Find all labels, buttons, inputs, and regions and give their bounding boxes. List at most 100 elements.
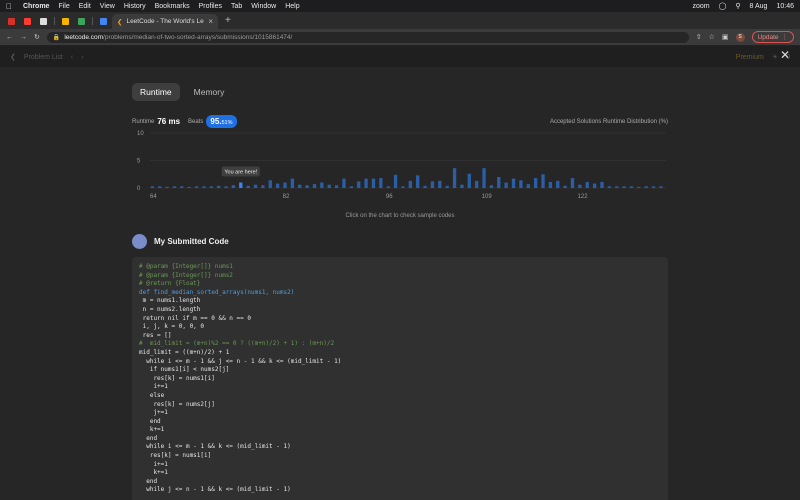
menu-edit[interactable]: Edit bbox=[79, 3, 91, 10]
chart-bar bbox=[327, 184, 331, 188]
chart-bar bbox=[607, 186, 612, 188]
chart-bar bbox=[651, 186, 656, 188]
menubar-date[interactable]: 8 Aug bbox=[750, 3, 768, 10]
apple-icon[interactable]:  bbox=[6, 2, 14, 11]
chart-bar bbox=[305, 185, 309, 188]
code-line: def find_median_sorted_arrays(nums1, num… bbox=[139, 288, 295, 296]
chart-bar bbox=[489, 185, 494, 188]
close-tab-icon[interactable]: × bbox=[208, 17, 213, 26]
tab-leetcode[interactable]: ❮ LeetCode - The World's Leadi × bbox=[112, 14, 218, 29]
code-line: else bbox=[139, 391, 165, 399]
runtime-distribution-chart[interactable]: 0 5 10 64 82 96 109 122 You are here! bbox=[132, 129, 668, 205]
menu-file[interactable]: File bbox=[58, 3, 69, 10]
tab-runtime[interactable]: Runtime bbox=[132, 83, 180, 101]
menu-bookmarks[interactable]: Bookmarks bbox=[155, 3, 190, 10]
prev-icon[interactable]: ‹ bbox=[71, 54, 73, 61]
pinned-tab-other[interactable] bbox=[74, 14, 89, 29]
menu-window[interactable]: Window bbox=[251, 3, 276, 10]
keep-icon bbox=[62, 18, 69, 25]
code-block[interactable]: # @param {Integer[]} nums1 # @param {Inte… bbox=[132, 257, 668, 500]
chart-bar bbox=[349, 186, 354, 188]
profile-avatar[interactable]: S bbox=[735, 32, 745, 42]
close-icon[interactable]: ✕ bbox=[779, 49, 791, 61]
pinned-tab-notion[interactable] bbox=[36, 14, 51, 29]
code-line: # mid_limit = (m+n)%2 == 0 ? ((m+n)/2) +… bbox=[139, 340, 335, 348]
chart-bar bbox=[585, 181, 589, 188]
chart-bar bbox=[416, 175, 420, 188]
x-tick-label: 82 bbox=[283, 194, 290, 200]
notification-icon[interactable]: ☀ bbox=[772, 53, 778, 61]
menu-history[interactable]: History bbox=[124, 3, 146, 10]
back-icon[interactable]: ← bbox=[6, 34, 13, 41]
pinned-tab-gmail[interactable] bbox=[4, 14, 19, 29]
chart-svg[interactable]: 0 5 10 64 82 96 109 122 You are here! bbox=[132, 129, 668, 205]
chart-bar bbox=[187, 186, 191, 188]
pinned-tab-youtube[interactable] bbox=[20, 14, 35, 29]
pinned-tab-keep[interactable] bbox=[58, 14, 73, 29]
code-line: m = nums1.length bbox=[139, 297, 201, 305]
chart-bar bbox=[202, 186, 206, 188]
chart-bar bbox=[430, 181, 435, 188]
code-line: i, j, k = 0, 0, 0 bbox=[139, 323, 205, 331]
chart-bar bbox=[497, 177, 501, 188]
chart-bar bbox=[357, 181, 361, 188]
chart-bar bbox=[290, 178, 295, 188]
chart-bar bbox=[541, 174, 545, 188]
chart-bar bbox=[393, 174, 398, 188]
code-line: k+=1 bbox=[139, 469, 168, 477]
gmail-icon bbox=[8, 18, 15, 25]
y-tick-label: 5 bbox=[137, 159, 141, 165]
beats-label: Beats bbox=[188, 118, 204, 125]
chart-bar bbox=[194, 186, 199, 188]
runtime-value: 76 ms bbox=[157, 117, 181, 126]
chart-bar bbox=[659, 186, 663, 188]
share-icon[interactable]: ⇧ bbox=[696, 33, 702, 41]
chart-bar bbox=[261, 185, 265, 188]
update-button[interactable]: Update ⋮ bbox=[751, 31, 794, 43]
problem-list-link[interactable]: Problem List bbox=[24, 54, 63, 61]
menu-tab[interactable]: Tab bbox=[231, 3, 242, 10]
menu-help[interactable]: Help bbox=[285, 3, 299, 10]
chart-bar bbox=[371, 178, 376, 188]
browser-tab-strip: ❮ LeetCode - The World's Leadi × + bbox=[0, 12, 800, 29]
menu-profiles[interactable]: Profiles bbox=[199, 3, 222, 10]
menubar-time[interactable]: 10:46 bbox=[776, 3, 794, 10]
notion-icon bbox=[40, 18, 47, 25]
runtime-label: Runtime bbox=[132, 118, 155, 125]
runtime-stats: Runtime 76 ms Beats 95.51% Accepted Solu… bbox=[132, 115, 668, 128]
reload-icon[interactable]: ↻ bbox=[34, 33, 40, 41]
chart-bar bbox=[401, 186, 405, 188]
chart-bar bbox=[246, 185, 250, 188]
tab-memory[interactable]: Memory bbox=[186, 83, 233, 101]
code-line: j+=1 bbox=[139, 409, 168, 417]
wifi-icon[interactable]: ◯ bbox=[719, 2, 727, 10]
forward-icon[interactable]: → bbox=[20, 34, 27, 41]
chart-bar bbox=[283, 182, 287, 188]
address-bar[interactable]: 🔒 leetcode.com/problems/median-of-two-so… bbox=[46, 31, 689, 43]
x-tick-label: 109 bbox=[482, 194, 493, 200]
chart-bar bbox=[511, 178, 516, 188]
new-tab-button[interactable]: + bbox=[225, 15, 231, 26]
metric-tabs: Runtime Memory bbox=[132, 83, 668, 101]
leetcode-logo-icon[interactable]: ❮ bbox=[10, 53, 16, 61]
pinned-tab-docs[interactable] bbox=[96, 14, 111, 29]
chart-bar bbox=[644, 186, 648, 188]
sidebar-icon[interactable]: ▣ bbox=[722, 33, 729, 41]
next-icon[interactable]: › bbox=[81, 54, 83, 61]
code-line: res[k] = nums2[j] bbox=[139, 400, 215, 408]
chart-bar bbox=[452, 168, 457, 188]
code-line: while j <= n - 1 && k <= (mid_limit - 1) bbox=[139, 486, 291, 494]
tab-title: LeetCode - The World's Leadi bbox=[126, 18, 205, 25]
menu-view[interactable]: View bbox=[100, 3, 115, 10]
search-icon[interactable]: ⚲ bbox=[735, 2, 740, 10]
chart-bar bbox=[570, 178, 575, 188]
macos-menubar:  Chrome File Edit View History Bookmark… bbox=[0, 0, 800, 12]
premium-link[interactable]: Premium bbox=[736, 54, 764, 61]
menu-app-name[interactable]: Chrome bbox=[23, 3, 49, 10]
zoom-status-item[interactable]: zoom bbox=[692, 3, 709, 10]
url-text: leetcode.com/problems/median-of-two-sort… bbox=[64, 33, 293, 41]
chart-bar bbox=[438, 180, 442, 188]
chart-bar bbox=[275, 183, 280, 188]
bookmark-star-icon[interactable]: ☆ bbox=[709, 33, 715, 41]
code-line: while i <= m - 1 && j <= n - 1 && k <= (… bbox=[139, 357, 342, 365]
